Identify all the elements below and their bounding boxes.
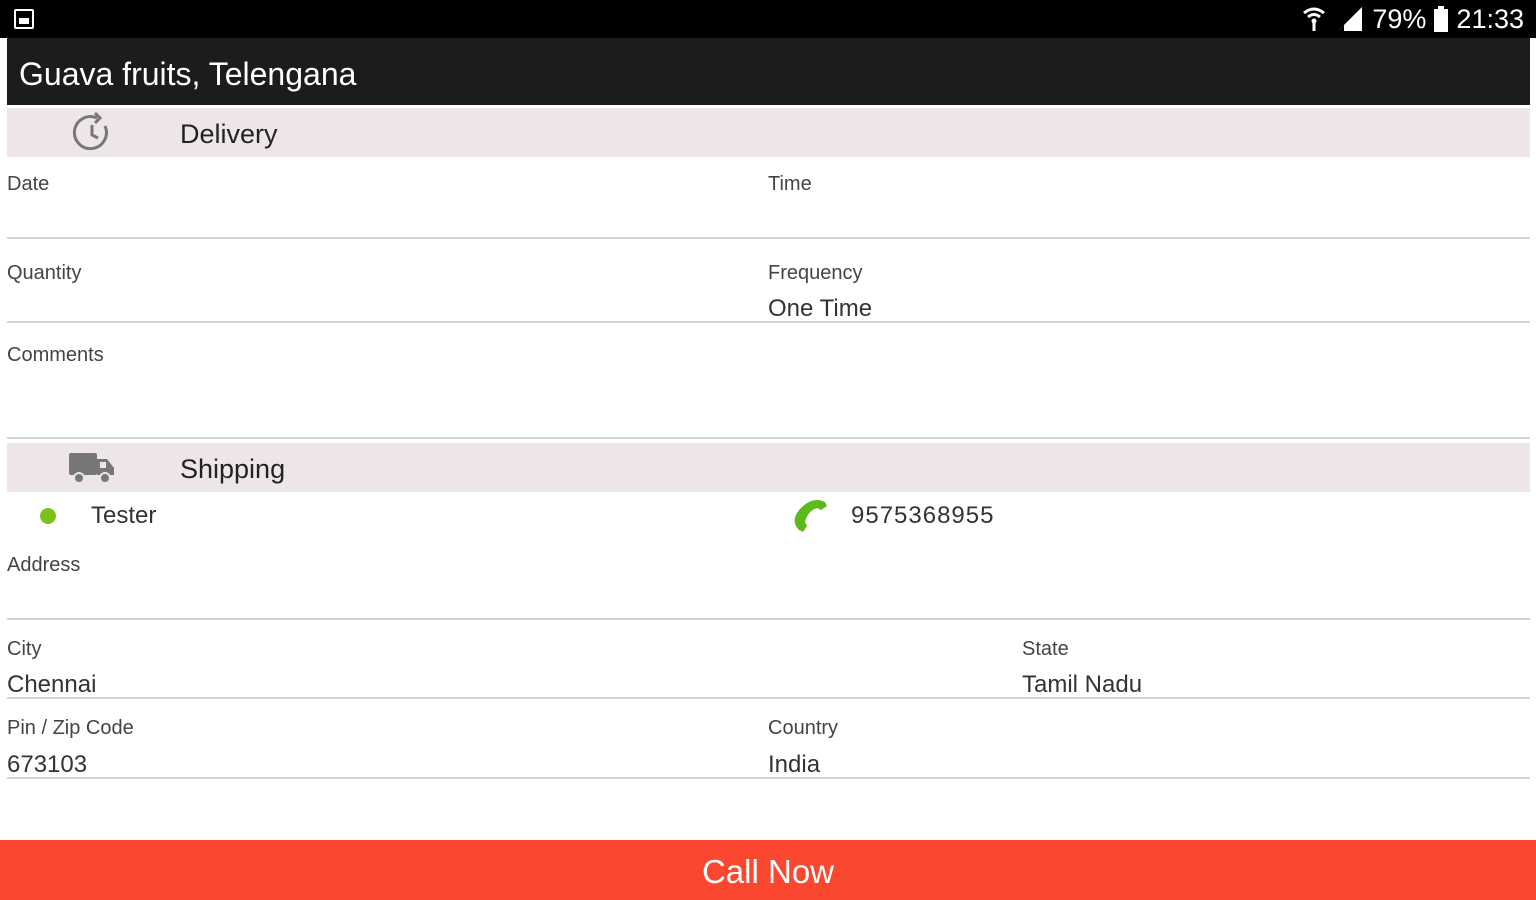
status-dot	[40, 508, 56, 524]
status-bar-right: 79% 21:33	[1302, 0, 1524, 38]
country-label: Country	[768, 717, 839, 739]
time-field[interactable]	[768, 200, 1508, 232]
phone-icon[interactable]	[789, 494, 831, 536]
pin-code-field[interactable]: 673103	[7, 751, 87, 779]
pin-code-label: Pin / Zip Code	[7, 717, 134, 739]
state-field[interactable]: Tamil Nadu	[1022, 671, 1142, 699]
country-field[interactable]: India	[768, 751, 820, 779]
divider	[7, 321, 1530, 323]
date-label: Date	[7, 173, 50, 195]
date-field[interactable]	[7, 200, 747, 232]
divider	[7, 697, 1530, 699]
truck-icon	[69, 453, 114, 484]
battery-icon	[1434, 6, 1449, 32]
call-now-button[interactable]: Call Now	[0, 840, 1536, 900]
delivery-section-header: Delivery	[7, 108, 1530, 157]
delivery-section-title: Delivery	[180, 119, 278, 149]
divider	[7, 237, 1530, 239]
quantity-label: Quantity	[7, 262, 82, 284]
comments-field[interactable]	[7, 372, 1507, 432]
state-label: State	[1022, 638, 1069, 660]
shipping-section-title: Shipping	[180, 454, 286, 484]
shipping-section-header: Shipping	[7, 443, 1530, 492]
address-field[interactable]	[7, 582, 1507, 614]
status-bar: 79% 21:33	[0, 0, 1536, 38]
comments-label: Comments	[7, 344, 104, 366]
page-title: Guava fruits, Telengana	[19, 56, 357, 92]
quantity-field[interactable]	[7, 295, 747, 323]
frequency-field[interactable]: One Time	[768, 295, 872, 323]
divider	[7, 618, 1530, 620]
frequency-label: Frequency	[768, 262, 863, 284]
notification-icon	[14, 9, 34, 29]
battery-percent: 79%	[1372, 3, 1427, 34]
phone-number[interactable]: 9575368955	[851, 502, 994, 530]
city-field[interactable]: Chennai	[7, 671, 96, 699]
time-label: Time	[768, 173, 812, 195]
app-bar: Guava fruits, Telengana	[7, 38, 1530, 105]
divider	[7, 437, 1530, 439]
city-label: City	[7, 638, 42, 660]
address-label: Address	[7, 554, 81, 576]
divider	[7, 777, 1530, 779]
clock-refresh-icon	[72, 112, 108, 151]
signal-icon	[1338, 7, 1363, 31]
contact-name: Tester	[91, 502, 157, 529]
clock-time: 21:33	[1456, 3, 1524, 34]
wifi-icon	[1303, 7, 1326, 31]
